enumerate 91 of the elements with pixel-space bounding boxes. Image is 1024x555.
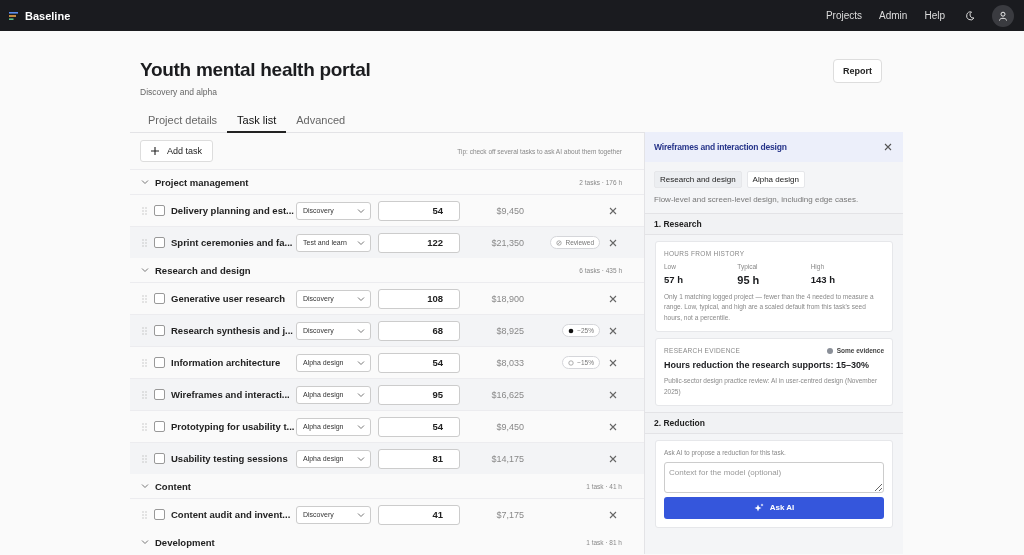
task-cost: $21,350 — [490, 237, 524, 248]
chevron-down-icon — [357, 510, 365, 519]
nav-link[interactable]: Help — [924, 10, 945, 21]
checkbox[interactable] — [154, 237, 165, 248]
context-field[interactable]: Context for the model (optional) — [664, 461, 884, 493]
user-icon — [998, 10, 1008, 21]
chevron-down-icon — [357, 206, 365, 215]
checkbox[interactable] — [154, 389, 165, 400]
task-cost: $8,033 — [495, 357, 524, 368]
remove-icon[interactable] — [609, 358, 617, 367]
checkbox[interactable] — [154, 509, 165, 520]
dot-icon — [568, 327, 575, 334]
hours-field[interactable]: 108 — [378, 288, 460, 309]
task-name: Research synthesis and j... — [171, 325, 294, 336]
task-name: Sprint ceremonies and fa... — [171, 237, 294, 248]
hours-field[interactable]: 41 — [378, 504, 460, 525]
ask-ai-button[interactable]: Ask AI — [664, 496, 884, 519]
checkbox[interactable] — [154, 293, 165, 304]
moon-icon[interactable] — [965, 10, 975, 21]
remove-icon[interactable] — [609, 238, 617, 247]
hours-field[interactable]: 68 — [378, 320, 460, 341]
plus-icon — [151, 147, 159, 155]
circle-icon — [568, 359, 575, 366]
chevron-down-icon — [357, 358, 365, 367]
chevron-down-icon — [357, 238, 365, 247]
task-name: Usability testing sessions — [171, 453, 289, 464]
task-name: Generative user research — [171, 293, 287, 304]
chevron-down-icon — [357, 422, 365, 431]
close-icon[interactable] — [884, 143, 892, 151]
task-cost: $16,625 — [490, 389, 524, 400]
tab[interactable]: Task list — [227, 109, 287, 133]
evidence-headline: Hours reduction the research supports: 15–30% — [664, 360, 871, 371]
task-name: Wireframes and interacti... — [171, 389, 291, 400]
nav-link[interactable]: Admin — [879, 10, 908, 21]
remove-icon[interactable] — [609, 326, 617, 335]
circle-icon — [556, 239, 563, 246]
hours-field[interactable]: 81 — [378, 448, 460, 469]
stat-value: 95 h — [737, 274, 761, 286]
app-name: Baseline — [25, 9, 71, 22]
task-cost: $8,925 — [495, 325, 524, 336]
remove-icon[interactable] — [609, 454, 617, 463]
chevron-down-icon — [357, 294, 365, 303]
tab[interactable]: Project details — [138, 109, 228, 133]
add-task-button[interactable]: Add task — [140, 140, 214, 162]
stat-value: 143 h — [810, 274, 836, 285]
task-cost: $7,175 — [495, 509, 524, 520]
avatar-button[interactable] — [992, 4, 1014, 27]
task-cost: $9,450 — [495, 205, 524, 216]
hours-field[interactable]: 54 — [378, 352, 460, 373]
chevron-down-icon — [357, 454, 365, 463]
group-title: Project management — [155, 176, 249, 188]
remove-icon[interactable] — [609, 390, 617, 399]
chevron-down-icon — [357, 390, 365, 399]
tab[interactable]: Advanced — [286, 109, 356, 133]
report-button[interactable]: Report — [833, 59, 882, 83]
task-cost: $18,900 — [490, 293, 524, 304]
panel-title: Wireframes and interaction design — [654, 142, 787, 152]
section-heading: 1. Research — [645, 213, 903, 235]
checkbox[interactable] — [154, 421, 165, 432]
sparkle-icon — [753, 502, 764, 513]
checkbox[interactable] — [154, 205, 165, 216]
checkbox[interactable] — [154, 325, 165, 336]
logo-icon — [9, 11, 18, 20]
remove-icon[interactable] — [609, 294, 617, 303]
task-name: Content audit and invent... — [171, 509, 292, 520]
nav-link[interactable]: Projects — [825, 10, 863, 21]
section-heading: 2. Reduction — [645, 411, 903, 434]
task-name: Information architecture — [171, 357, 282, 368]
remove-icon[interactable] — [609, 422, 617, 431]
project-subtitle: Discovery and alpha — [140, 87, 218, 97]
hours-field[interactable]: 95 — [378, 384, 460, 405]
hours-field[interactable]: 54 — [378, 200, 460, 221]
task-name: Prototyping for usability t... — [171, 421, 296, 432]
task-cost: $9,450 — [495, 421, 524, 432]
group-title: Development — [155, 536, 215, 548]
project-title: Youth mental health portal — [140, 59, 371, 81]
task-description: Flow-level and screen-level design, including edge cases. — [653, 194, 860, 206]
hours-field[interactable]: 54 — [378, 416, 460, 437]
checkbox[interactable] — [154, 453, 165, 464]
stat-value: 57 h — [664, 274, 684, 285]
group-title: Research and design — [155, 264, 251, 276]
checkbox[interactable] — [154, 357, 165, 368]
tag: Research and design — [654, 171, 742, 188]
group-title: Content — [155, 480, 191, 492]
chevron-down-icon — [357, 326, 365, 335]
remove-icon[interactable] — [609, 510, 617, 519]
task-name: Delivery planning and est... — [171, 205, 295, 216]
remove-icon[interactable] — [609, 206, 617, 215]
hours-field[interactable]: 122 — [378, 232, 460, 253]
tag: Alpha design — [746, 171, 805, 188]
task-cost: $14,175 — [490, 453, 524, 464]
